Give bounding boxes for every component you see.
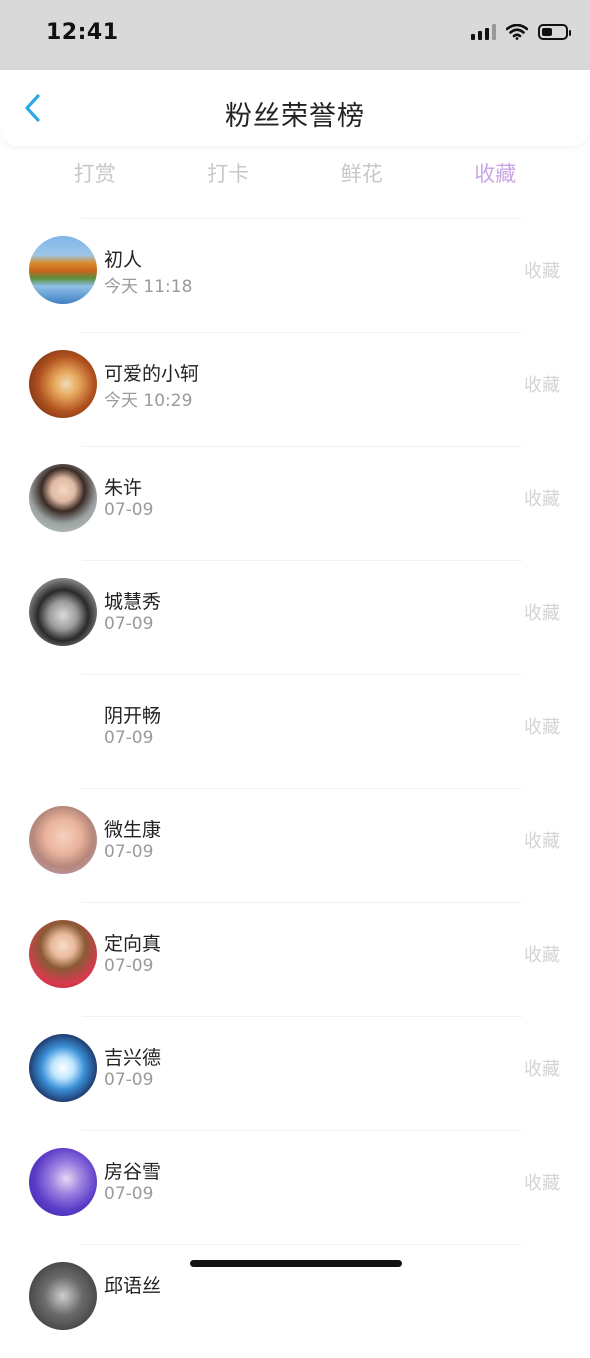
item-name: 邱语丝 — [104, 1275, 162, 1297]
battery-icon — [538, 24, 571, 40]
item-name: 初人 — [104, 249, 143, 271]
status-time: 12:41 — [46, 20, 119, 45]
item-date: 07-09 — [104, 614, 154, 634]
tab-flowers[interactable]: 鲜花 — [295, 156, 429, 196]
list-item[interactable]: 朱许 07-09 收藏 — [0, 447, 590, 560]
item-date: 07-09 — [104, 956, 154, 976]
page-title: 粉丝荣誉榜 — [225, 101, 365, 132]
favorite-label[interactable]: 收藏 — [524, 257, 560, 283]
list-item[interactable]: 房谷雪 07-09 收藏 — [0, 1131, 590, 1244]
avatar — [29, 464, 97, 532]
avatar — [29, 692, 97, 760]
status-bar: 12:41 — [0, 0, 590, 70]
avatar — [29, 1148, 97, 1216]
favorite-label[interactable]: 收藏 — [524, 485, 560, 511]
favorite-label[interactable]: 收藏 — [524, 713, 560, 739]
favorite-label[interactable]: 收藏 — [524, 1169, 560, 1195]
item-date: 07-09 — [104, 1184, 154, 1204]
favorite-label[interactable]: 收藏 — [524, 827, 560, 853]
avatar — [29, 920, 97, 988]
tab-tip[interactable]: 打赏 — [28, 156, 162, 196]
item-name: 吉兴德 — [104, 1047, 162, 1069]
fan-list: 初人 今天 11:18 收藏 可爱的小轲 今天 10:29 收藏 朱许 07-0… — [0, 218, 590, 1358]
favorite-label[interactable]: 收藏 — [524, 1055, 560, 1081]
item-date: 07-09 — [104, 1070, 154, 1090]
favorite-label[interactable]: 收藏 — [524, 941, 560, 967]
item-date: 今天 10:29 — [104, 391, 193, 411]
item-name: 微生康 — [104, 819, 162, 841]
list-item[interactable]: 定向真 07-09 收藏 — [0, 903, 590, 1016]
avatar — [29, 236, 97, 304]
tab-bar: 打赏 打卡 鲜花 收藏 — [28, 156, 562, 196]
list-item[interactable]: 吉兴德 07-09 收藏 — [0, 1017, 590, 1130]
avatar — [29, 806, 97, 874]
item-name: 朱许 — [104, 477, 143, 499]
item-name: 房谷雪 — [104, 1161, 162, 1183]
home-indicator[interactable] — [190, 1260, 402, 1267]
cellular-signal-icon — [471, 24, 496, 40]
tab-favorites[interactable]: 收藏 — [429, 156, 563, 196]
list-item[interactable]: 城慧秀 07-09 收藏 — [0, 561, 590, 674]
avatar — [29, 1262, 97, 1330]
nav-bar: 粉丝荣誉榜 — [0, 70, 590, 146]
list-item[interactable]: 初人 今天 11:18 收藏 — [0, 219, 590, 332]
item-name: 城慧秀 — [104, 591, 162, 613]
avatar — [29, 578, 97, 646]
wifi-icon — [506, 24, 528, 40]
item-date: 07-09 — [104, 500, 154, 520]
item-date: 07-09 — [104, 842, 154, 862]
item-name: 阴开畅 — [104, 705, 162, 727]
list-item[interactable]: 微生康 07-09 收藏 — [0, 789, 590, 902]
favorite-label[interactable]: 收藏 — [524, 599, 560, 625]
item-name: 定向真 — [104, 933, 162, 955]
avatar — [29, 350, 97, 418]
item-date: 07-09 — [104, 728, 154, 748]
favorite-label[interactable]: 收藏 — [524, 371, 560, 397]
status-icons — [471, 24, 571, 40]
tab-checkin[interactable]: 打卡 — [162, 156, 296, 196]
item-date: 今天 11:18 — [104, 277, 193, 297]
item-name: 可爱的小轲 — [104, 363, 200, 385]
list-item[interactable]: 可爱的小轲 今天 10:29 收藏 — [0, 333, 590, 446]
list-item[interactable]: 阴开畅 07-09 收藏 — [0, 675, 590, 788]
avatar — [29, 1034, 97, 1102]
